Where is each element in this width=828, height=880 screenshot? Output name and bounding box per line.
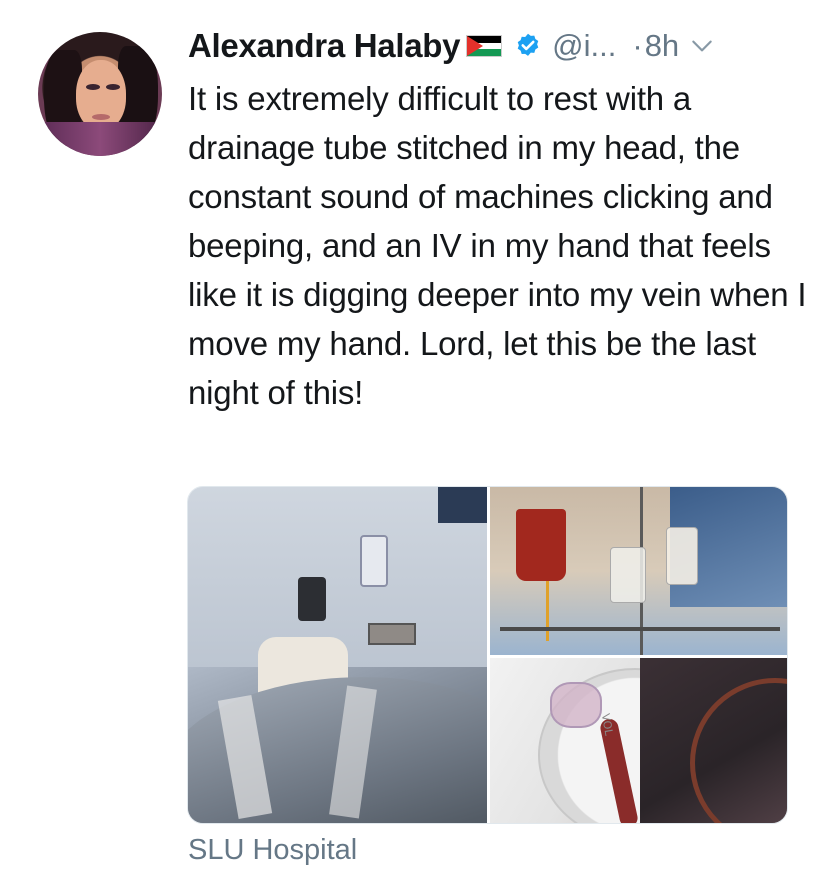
media-grid: VOL [187,486,788,824]
author-avatar[interactable] [38,32,162,156]
photo-drainage-device[interactable]: VOL [490,658,787,823]
chevron-down-icon[interactable] [689,33,715,59]
tweet-text: It is extremely difficult to rest with a… [188,80,807,411]
author-handle[interactable]: @i... [552,28,616,64]
palestine-flag-icon [466,35,503,57]
avatar-clothing [38,122,162,156]
verified-badge-icon [517,33,539,56]
avatar-eye-left [86,84,100,90]
author-name[interactable]: Alexandra Halaby [188,27,460,65]
photo-iv-bags[interactable] [490,487,787,655]
photo-hospital-arm[interactable] [188,487,487,823]
avatar-lips [92,114,110,120]
tweet-location[interactable]: SLU Hospital [188,834,357,867]
separator-dot: · [632,28,643,63]
tweet-timestamp[interactable]: 8h [645,28,679,64]
tweet-header: Alexandra Halaby @i... · 8h [188,22,715,70]
avatar-eye-right [106,84,120,90]
